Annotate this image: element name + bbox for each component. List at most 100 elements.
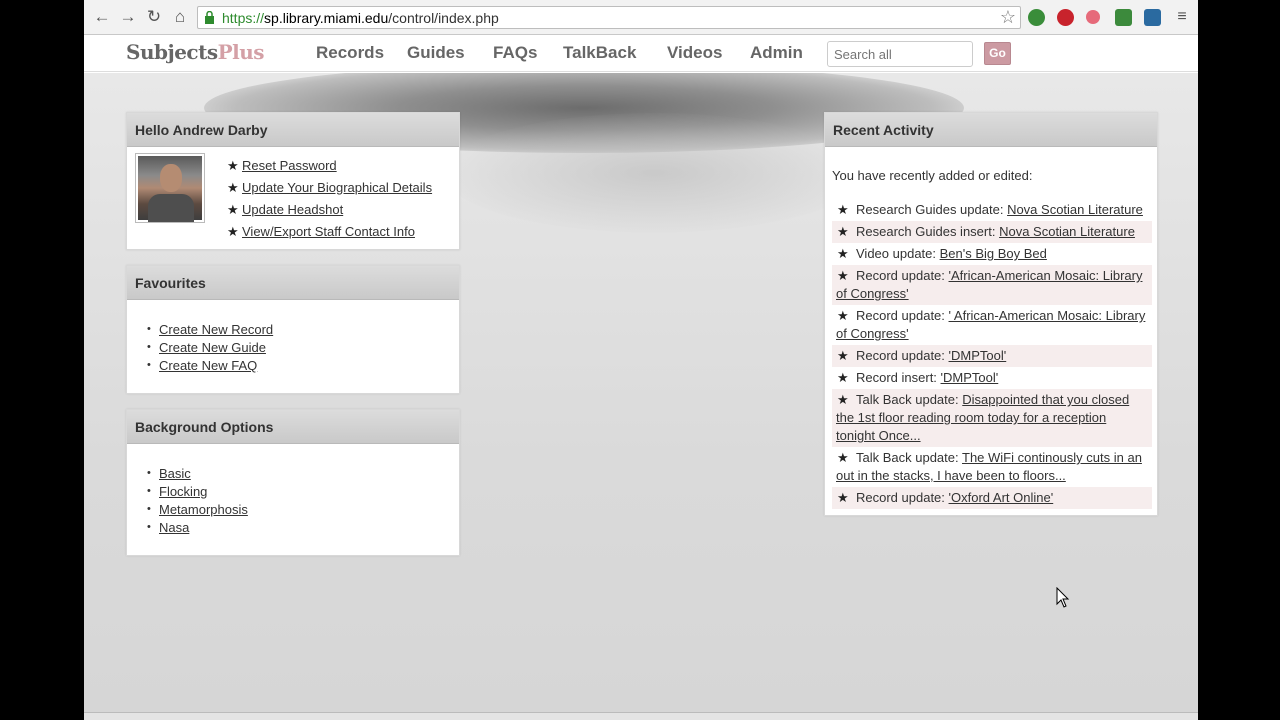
create-guide-link[interactable]: Create New Guide (159, 340, 266, 355)
url-text: https://sp.library.miami.edu/control/ind… (222, 10, 499, 26)
activity-item: ★ Research Guides update: Nova Scotian Li… (832, 199, 1152, 221)
bookmark-star-icon[interactable]: ☆ (1000, 7, 1016, 28)
nav-talkback[interactable]: TalkBack (563, 43, 636, 63)
star-icon: ★ (227, 180, 239, 195)
recent-activity-title: Recent Activity (825, 113, 1157, 147)
update-headshot-link[interactable]: Update Headshot (242, 202, 343, 217)
menu-icon[interactable]: ≡ (1172, 7, 1192, 27)
activity-prefix: Research Guides update: (856, 202, 1004, 217)
nav-faqs[interactable]: FAQs (493, 43, 537, 63)
star-icon: ★ (837, 490, 849, 505)
search-input[interactable] (827, 41, 973, 67)
app-header: SubjectsPlus Records Guides FAQs TalkBac… (84, 35, 1198, 72)
browser-toolbar: ← → ↻ ⌂ https://sp.library.miami.edu/con… (84, 0, 1198, 35)
activity-item: ★ Talk Back update: Disappointed that you… (832, 389, 1152, 447)
star-icon: ★ (837, 450, 849, 465)
activity-link[interactable]: Nova Scotian Literature (999, 224, 1135, 239)
update-bio-link[interactable]: Update Your Biographical Details (242, 180, 432, 195)
activity-prefix: Talk Back update: (856, 450, 959, 465)
bullet: • (147, 503, 151, 515)
window-bottom-edge (84, 712, 1198, 720)
bullet: • (147, 467, 151, 479)
back-icon[interactable]: ← (92, 7, 112, 27)
pinterest-icon[interactable] (1057, 9, 1074, 26)
headshot-image (135, 153, 205, 223)
background-options-title: Background Options (127, 410, 459, 444)
create-record-link[interactable]: Create New Record (159, 322, 273, 337)
activity-prefix: Record update: (856, 308, 945, 323)
logo-text-subjects: Subjects (126, 40, 218, 64)
activity-item: ★ Video update: Ben's Big Boy Bed (832, 243, 1152, 265)
bullet: • (147, 341, 151, 353)
activity-link[interactable]: 'DMPTool' (949, 348, 1007, 363)
star-icon: ★ (837, 224, 849, 239)
nav-admin[interactable]: Admin (750, 43, 803, 63)
url-host: sp.library.miami.edu (264, 10, 389, 26)
background-nasa-link[interactable]: Nasa (159, 520, 189, 535)
asana-icon[interactable] (1086, 10, 1100, 24)
star-icon: ★ (837, 392, 849, 407)
home-icon[interactable]: ⌂ (170, 7, 190, 27)
hello-panel: Hello Andrew Darby ★ Reset Password ★ Up… (126, 112, 460, 250)
activity-prefix: Research Guides insert: (856, 224, 996, 239)
logo[interactable]: SubjectsPlus (126, 40, 265, 64)
activity-prefix: Record update: (856, 268, 945, 283)
activity-link[interactable]: 'Oxford Art Online' (949, 490, 1054, 505)
bullet: • (147, 485, 151, 497)
activity-item: ★ Research Guides insert: Nova Scotian Li… (832, 221, 1152, 243)
activity-item: ★ Record update: ' African-American Mosai… (832, 305, 1152, 345)
activity-item: ★ Talk Back update: The WiFi continously … (832, 447, 1152, 487)
activity-prefix: Talk Back update: (856, 392, 959, 407)
background-cloud-shade (444, 113, 864, 233)
nav-videos[interactable]: Videos (667, 43, 722, 63)
bullet: • (147, 521, 151, 533)
nav-guides[interactable]: Guides (407, 43, 465, 63)
extension-s-icon[interactable] (1144, 9, 1161, 26)
activity-item: ★ Record insert: 'DMPTool' (832, 367, 1152, 389)
logo-text-plus: Plus (217, 40, 265, 64)
reset-password-link[interactable]: Reset Password (242, 158, 337, 173)
star-icon: ★ (227, 158, 239, 173)
activity-prefix: Record update: (856, 348, 945, 363)
go-button[interactable]: Go (984, 42, 1011, 65)
star-icon: ★ (837, 348, 849, 363)
background-basic-link[interactable]: Basic (159, 466, 191, 481)
favourites-panel-title: Favourites (127, 266, 459, 300)
activity-item: ★ Record update: 'African-American Mosaic… (832, 265, 1152, 305)
lock-icon (205, 11, 214, 24)
hello-panel-title: Hello Andrew Darby (127, 113, 459, 147)
activity-link[interactable]: 'DMPTool' (941, 370, 999, 385)
activity-item: ★ Record update: 'Oxford Art Online' (832, 487, 1152, 509)
bullet: • (147, 323, 151, 335)
nav-records[interactable]: Records (316, 43, 384, 63)
recent-activity-panel: Recent Activity You have recently added … (824, 112, 1158, 516)
reload-icon[interactable]: ↻ (144, 7, 164, 27)
star-icon: ★ (837, 308, 849, 323)
activity-link[interactable]: Nova Scotian Literature (1007, 202, 1143, 217)
star-icon: ★ (837, 246, 849, 261)
location-extension-icon[interactable] (1028, 9, 1045, 26)
recent-activity-intro: You have recently added or edited: (832, 168, 1033, 183)
url-path: /control/index.php (388, 10, 499, 26)
url-scheme: https:// (222, 10, 265, 26)
address-bar[interactable]: https://sp.library.miami.edu/control/ind… (197, 6, 1021, 29)
bullet: • (147, 359, 151, 371)
star-icon: ★ (837, 268, 849, 283)
star-icon: ★ (837, 202, 849, 217)
create-faq-link[interactable]: Create New FAQ (159, 358, 257, 373)
staff-contact-link[interactable]: View/Export Staff Contact Info (242, 224, 415, 239)
favourites-panel: Favourites • Create New Record • Create … (126, 265, 460, 394)
background-metamorphosis-link[interactable]: Metamorphosis (159, 502, 248, 517)
activity-link[interactable]: Ben's Big Boy Bed (940, 246, 1047, 261)
star-icon: ★ (227, 202, 239, 217)
activity-item: ★ Record update: 'DMPTool' (832, 345, 1152, 367)
forward-icon[interactable]: → (118, 7, 138, 27)
browser-window: ← → ↻ ⌂ https://sp.library.miami.edu/con… (84, 0, 1198, 720)
background-options-panel: Background Options • Basic • Flocking • … (126, 409, 460, 556)
activity-prefix: Record update: (856, 490, 945, 505)
star-icon: ★ (837, 370, 849, 385)
evernote-icon[interactable] (1115, 9, 1132, 26)
background-flocking-link[interactable]: Flocking (159, 484, 207, 499)
mouse-cursor-icon (1056, 587, 1070, 608)
activity-prefix: Video update: (856, 246, 936, 261)
